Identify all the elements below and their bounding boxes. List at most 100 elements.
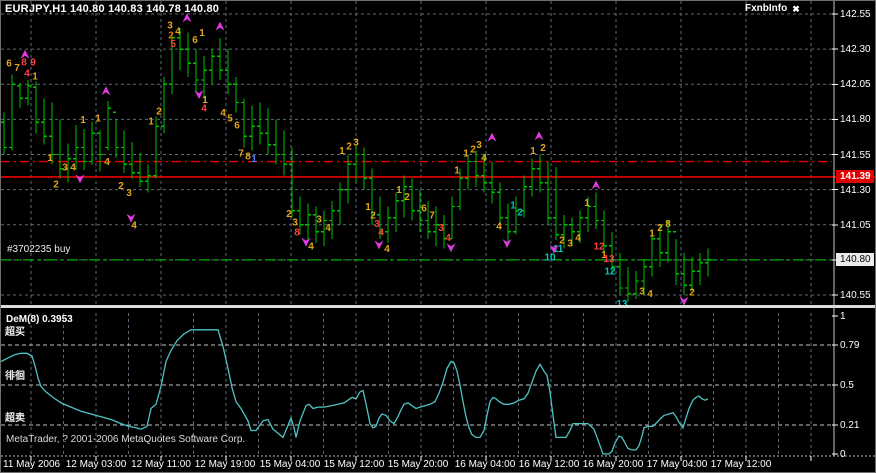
time-tick-label: 16 May 12:00 — [519, 459, 580, 470]
count-number: 7 — [429, 210, 435, 221]
arrow-up-icon — [216, 22, 225, 31]
order-label[interactable]: #3702235 buy — [7, 245, 70, 255]
arrow-up-icon — [102, 86, 111, 95]
indicator-badge: FxnbInfo ✖ — [745, 4, 800, 14]
arrow-down-icon — [447, 243, 456, 252]
price-tick-label: 142.30 — [840, 44, 871, 55]
dem-tick-label: 1 — [840, 311, 846, 322]
count-number: 8 — [21, 57, 27, 68]
count-number: 1 — [47, 153, 53, 164]
copyright-text: MetaTrader, ? 2001-2006 MetaQuotes Softw… — [6, 435, 245, 445]
count-number: 4 — [384, 244, 390, 255]
count-number: 4 — [445, 233, 451, 244]
time-tick-label: 16 May 04:00 — [455, 459, 516, 470]
count-number: 2 — [118, 181, 124, 192]
signal-arrows — [21, 13, 689, 305]
count-number: 8 — [294, 227, 300, 238]
count-number: 4 — [496, 222, 502, 233]
count-number: 4 — [647, 289, 653, 300]
count-number: 13 — [603, 254, 615, 265]
count-number: 4 — [378, 227, 384, 238]
count-number: 1 — [148, 116, 154, 127]
dem-tick-label: 0 — [840, 449, 846, 460]
count-number: 3 — [639, 286, 645, 297]
count-number: 1 — [80, 115, 86, 126]
dem-tick-label: 0.21 — [840, 420, 859, 431]
count-number: 1 — [510, 201, 516, 212]
close-icon[interactable]: ✖ — [792, 5, 800, 14]
time-tick-label: 15 May 12:00 — [324, 459, 385, 470]
time-tick-label: 17 May 12:00 — [711, 459, 772, 470]
count-number: 3 — [567, 239, 573, 250]
price-tick-label: 142.55 — [840, 9, 871, 20]
count-number: 3 — [476, 140, 482, 151]
panel-splitter — [1, 305, 876, 308]
mt4-chart-window: 6789411234114234123425611445678123843412… — [0, 0, 876, 473]
count-number: 1 — [32, 71, 38, 82]
dem-tick-label: 0.5 — [840, 380, 854, 391]
chart-canvas: 6789411234114234123425611445678123843412… — [1, 1, 876, 473]
chart-title: EURJPY,H1 140.80 140.83 140.78 140.80 — [5, 4, 219, 15]
price-tick-label: 142.05 — [840, 79, 871, 90]
count-number: 3 — [126, 188, 132, 199]
count-number: 4 — [325, 223, 331, 234]
time-tick-label: 15 May 20:00 — [388, 459, 449, 470]
count-number: 4 — [104, 157, 110, 168]
arrow-down-icon — [375, 240, 384, 249]
marked-price-label: 140.80 — [836, 253, 874, 266]
count-number: 1 — [530, 146, 536, 157]
count-number: 1 — [199, 28, 205, 39]
price-tick-label: 141.55 — [840, 150, 871, 161]
count-number: 1 — [251, 154, 257, 165]
overbought-label: 超买 — [5, 328, 25, 338]
price-tick-label: 141.80 — [840, 114, 871, 125]
count-number: 3 — [438, 223, 444, 234]
count-number: 1 — [454, 165, 460, 176]
grid — [1, 1, 832, 455]
count-number: 5 — [227, 113, 233, 124]
count-number: 4 — [131, 220, 137, 231]
count-number: 4 — [481, 153, 487, 164]
time-tick-label: 12 May 19:00 — [195, 459, 256, 470]
count-number: 1 — [396, 185, 402, 196]
count-number: 2 — [657, 223, 663, 234]
count-number: 6 — [234, 120, 240, 131]
count-number: 4 — [201, 104, 207, 115]
count-number: 1 — [339, 146, 345, 157]
count-number: 7 — [238, 149, 244, 160]
count-number: 7 — [14, 63, 20, 74]
price-tick-label: 140.55 — [840, 290, 871, 301]
count-number: 4 — [175, 26, 181, 37]
arrow-up-icon — [488, 133, 497, 142]
arrow-down-icon — [503, 239, 512, 248]
arrow-down-icon — [76, 174, 85, 183]
count-number: 3 — [316, 215, 322, 226]
oversold-label: 超卖 — [5, 414, 25, 424]
dem-indicator-title: DeM(8) 0.3953 — [6, 315, 73, 325]
count-number: 6 — [192, 35, 198, 46]
count-number: 6 — [6, 59, 12, 70]
count-number: 12 — [604, 267, 616, 278]
arrow-up-icon — [592, 180, 601, 189]
count-number: 1 — [463, 149, 469, 160]
count-number: 4 — [70, 163, 76, 174]
arrow-up-icon — [535, 131, 544, 140]
time-tick-label: 11 May 2006 — [3, 459, 60, 470]
time-tick-label: 17 May 04:00 — [647, 459, 708, 470]
bid-price-label: 141.39 — [836, 170, 874, 183]
middle-zone-label: 徘徊 — [5, 372, 25, 382]
price-tick-label: 141.30 — [840, 185, 871, 196]
count-number: 1 — [649, 229, 655, 240]
count-number: 3 — [62, 163, 68, 174]
count-number: 8 — [665, 219, 671, 230]
count-number: 4 — [220, 108, 226, 119]
count-number: 2 — [689, 288, 695, 299]
count-number: 4 — [24, 69, 30, 80]
count-number: 2 — [404, 192, 410, 203]
count-number: 2 — [517, 208, 523, 219]
count-number: 3 — [353, 137, 359, 148]
count-number: 2 — [346, 142, 352, 153]
time-tick-label: 12 May 11:00 — [131, 459, 191, 470]
dem-level-lines — [1, 345, 832, 425]
indicator-badge-label: FxnbInfo — [745, 4, 787, 14]
